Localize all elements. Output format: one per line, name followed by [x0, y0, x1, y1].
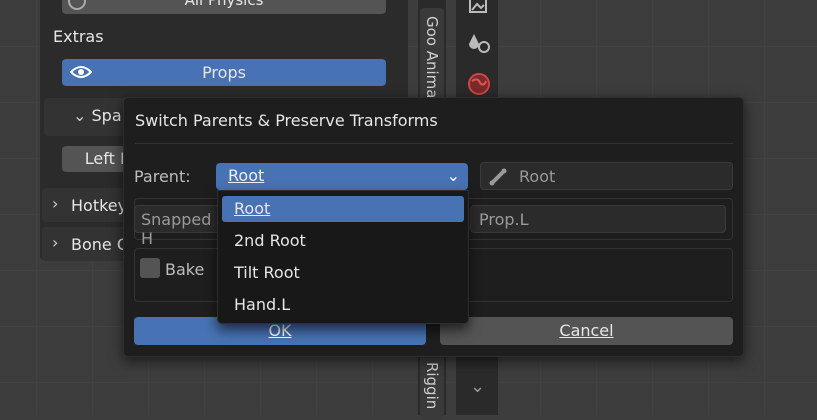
- chevron-down-icon: ⌄: [446, 166, 460, 185]
- parent-label: Parent:: [134, 167, 191, 186]
- bake-checkbox[interactable]: [140, 258, 160, 278]
- dialog-title: Switch Parents & Preserve Transforms: [135, 111, 438, 130]
- parent-dropdown-menu: Root 2nd Root Tilt Root Hand.L: [217, 190, 469, 324]
- menu-item-tilt-root[interactable]: Tilt Root: [222, 260, 464, 286]
- props-button[interactable]: Props: [62, 59, 386, 86]
- menu-item-2nd-root[interactable]: 2nd Root: [222, 228, 464, 254]
- circle-icon: [68, 0, 86, 10]
- menu-item-hand-l[interactable]: Hand.L: [222, 292, 464, 318]
- physics-icon[interactable]: [466, 32, 492, 56]
- chevron-right-icon: ›: [52, 194, 59, 213]
- cancel-button[interactable]: Cancel: [440, 317, 733, 345]
- image-icon[interactable]: [468, 0, 490, 16]
- prop-bone-field[interactable]: Prop.L: [470, 205, 726, 233]
- snapped-field[interactable]: Snapped H: [134, 205, 224, 248]
- all-physics-button[interactable]: All Physics: [62, 0, 386, 14]
- target-bone-field[interactable]: Root: [480, 162, 733, 190]
- space-subpanel-header[interactable]: ⌄ Spa: [73, 106, 122, 125]
- extras-heading: Extras: [53, 27, 104, 46]
- eye-icon: [70, 65, 92, 79]
- chevron-down-icon[interactable]: ⌄: [470, 376, 485, 397]
- chevron-right-icon: ›: [52, 233, 59, 252]
- chevron-down-icon: ⌄: [73, 106, 87, 125]
- menu-item-root[interactable]: Root: [222, 196, 464, 222]
- parent-dropdown[interactable]: Root ⌄: [216, 163, 468, 190]
- bone-icon: [489, 168, 509, 186]
- bake-label: Bake: [165, 260, 205, 279]
- world-icon[interactable]: [466, 71, 492, 97]
- tab-goo-animation[interactable]: Goo Anima: [420, 8, 444, 108]
- dialog-separator: [135, 143, 733, 144]
